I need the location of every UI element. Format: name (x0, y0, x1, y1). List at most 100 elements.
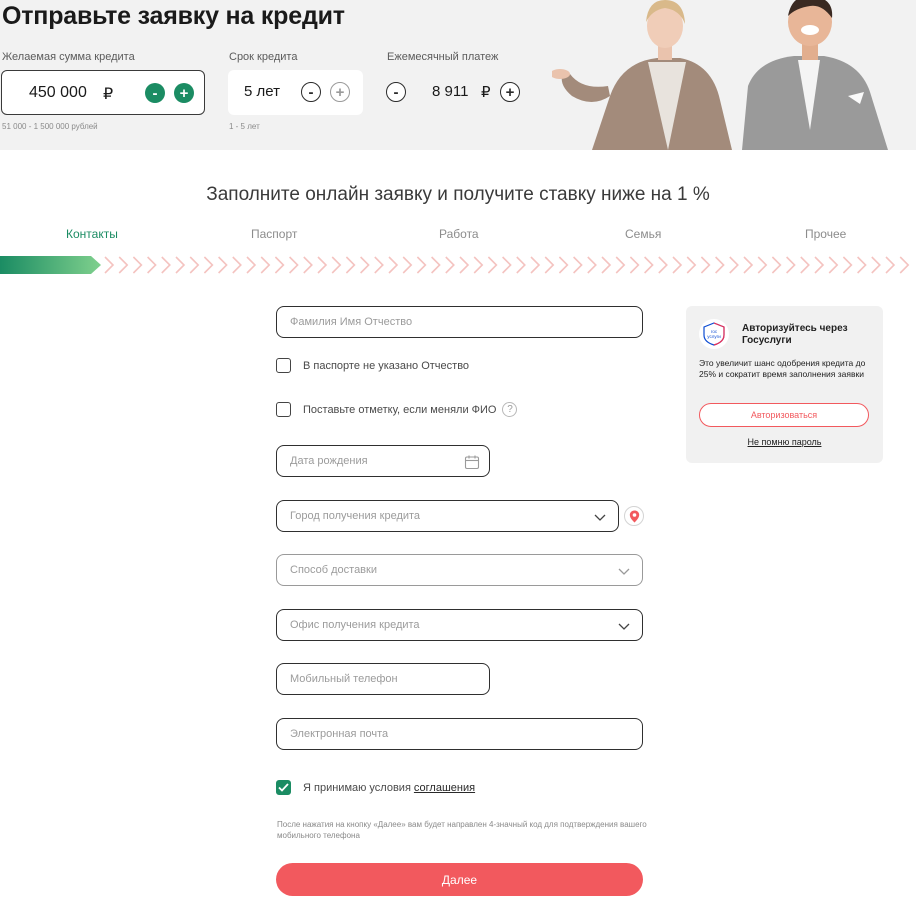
tab-other[interactable]: Прочее (805, 227, 846, 241)
office-placeholder: Офис получения кредита (290, 619, 420, 631)
city-select[interactable]: Город получения кредита (276, 500, 619, 532)
progress-chevron (104, 256, 115, 274)
tab-family[interactable]: Семья (625, 227, 661, 241)
gosuslugi-logo: гос услуги (699, 319, 729, 349)
term-range-hint: 1 - 5 лет (229, 122, 260, 131)
progress-chevron (360, 256, 370, 274)
progress-chevron (232, 256, 242, 274)
progress-chevron (857, 256, 867, 274)
progress-chevron (218, 256, 228, 274)
office-select[interactable]: Офис получения кредита (276, 609, 643, 641)
progress-chevron (132, 256, 143, 274)
phone-input[interactable]: Мобильный телефон (276, 663, 490, 695)
no-patronymic-checkbox[interactable] (276, 358, 291, 373)
progress-chevron (246, 256, 257, 274)
payment-value: 8 911 (432, 83, 469, 100)
help-icon[interactable]: ? (502, 402, 518, 417)
changed-fio-checkbox[interactable] (276, 402, 291, 417)
progress-chevron (431, 256, 441, 274)
changed-fio-row[interactable]: Поставьте отметку, если меняли ФИО ? (276, 402, 518, 417)
email-input[interactable]: Электронная почта (276, 718, 643, 750)
amount-label: Желаемая сумма кредита (2, 51, 135, 63)
tab-contacts[interactable]: Контакты (66, 227, 118, 241)
progress-chevron (516, 256, 526, 274)
progress-chevron (402, 256, 413, 274)
tab-work[interactable]: Работа (439, 227, 479, 241)
amount-increase-button[interactable]: + (174, 83, 194, 103)
birth-date-placeholder: Дата рождения (290, 455, 368, 467)
progress-chevron (644, 256, 654, 274)
forgot-password-link[interactable]: Не помню пароль (686, 437, 883, 447)
progress-chevron (658, 256, 668, 274)
gosuslugi-panel: гос услуги Авторизуйтесь через Госуслуги… (686, 306, 883, 463)
progress-chevron (203, 256, 214, 274)
progress-chevron (842, 256, 853, 274)
amount-field[interactable]: 450 000 ₽ - + (1, 70, 205, 115)
progress-chevron (786, 256, 796, 274)
birth-date-input[interactable]: Дата рождения (276, 445, 490, 477)
form-heading: Заполните онлайн заявку и получите ставк… (206, 184, 710, 205)
progress-chevron (331, 256, 342, 274)
progress-chevron (175, 256, 186, 274)
progress-chevron (303, 256, 313, 274)
agreement-row[interactable]: Я принимаю условия соглашения (276, 780, 475, 795)
progress-chevron (672, 256, 683, 274)
progress-chevron (899, 256, 910, 274)
amount-currency: ₽ (103, 86, 114, 103)
calendar-icon[interactable] (464, 454, 480, 470)
progress-chevron (289, 256, 299, 274)
delivery-select[interactable]: Способ доставки (276, 554, 643, 586)
progress-chevron (459, 256, 470, 274)
progress-chevron (445, 256, 455, 274)
next-button[interactable]: Далее (276, 863, 643, 896)
term-value: 5 лет (244, 83, 280, 100)
location-pin-icon[interactable] (624, 506, 644, 526)
payment-increase-button[interactable]: + (500, 82, 520, 102)
term-field[interactable]: 5 лет - + (228, 70, 363, 115)
progress-chevron (558, 256, 569, 274)
tab-passport[interactable]: Паспорт (251, 227, 297, 241)
term-decrease-button[interactable]: - (301, 82, 321, 102)
payment-currency: ₽ (481, 84, 491, 101)
progress-chevron (260, 256, 271, 274)
gosuslugi-authorize-button[interactable]: Авторизоваться (699, 403, 869, 427)
progress-chevron (473, 256, 484, 274)
progress-chevron (757, 256, 768, 274)
progress-chevron (885, 256, 896, 274)
progress-chevron (800, 256, 810, 274)
progress-chevron (601, 256, 612, 274)
progress-chevron (686, 256, 697, 274)
progress-chevron (871, 256, 881, 274)
agreement-label: Я принимаю условия (303, 781, 411, 794)
term-increase-button[interactable]: + (330, 82, 350, 102)
promo-people-illustration (552, 0, 916, 150)
changed-fio-label: Поставьте отметку, если меняли ФИО (303, 403, 497, 416)
progress-chevron (814, 256, 825, 274)
agreement-link[interactable]: соглашения (414, 782, 475, 794)
amount-value: 450 000 (29, 84, 87, 101)
delivery-placeholder: Способ доставки (290, 564, 377, 576)
gosuslugi-title: Авторизуйтесь через Госуслуги (742, 323, 848, 346)
term-label: Срок кредита (229, 51, 298, 63)
no-patronymic-row[interactable]: В паспорте не указано Отчество (276, 358, 469, 373)
agreement-checkbox[interactable] (276, 780, 291, 795)
progress-chevron (530, 256, 541, 274)
progress-chevron (743, 256, 754, 274)
payment-label: Ежемесячный платеж (387, 51, 499, 63)
amount-range-hint: 51 000 - 1 500 000 рублей (2, 122, 98, 131)
step-progress-bar (0, 256, 910, 274)
progress-chevron (147, 256, 157, 274)
progress-chevron (345, 256, 356, 274)
amount-decrease-button[interactable]: - (145, 83, 165, 103)
progress-chevron (729, 256, 739, 274)
calculator-header: Отправьте заявку на кредит Желаемая сумм… (0, 0, 916, 150)
progress-chevron (388, 256, 399, 274)
progress-chevron (374, 256, 384, 274)
chevron-down-icon (618, 568, 630, 575)
page-title: Отправьте заявку на кредит (2, 2, 345, 30)
progress-chevron (715, 256, 725, 274)
progress-chevron (487, 256, 498, 274)
chevron-down-icon (594, 514, 606, 521)
fio-input[interactable]: Фамилия Имя Отчество (276, 306, 643, 338)
payment-decrease-button[interactable]: - (386, 82, 406, 102)
